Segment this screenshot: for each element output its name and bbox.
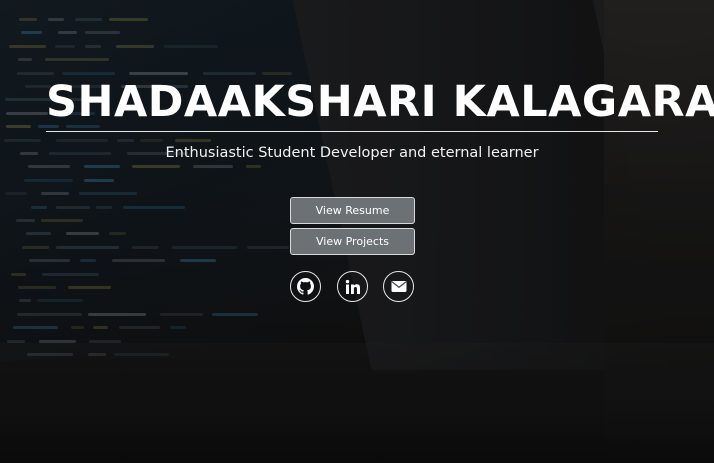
- github-icon: [297, 278, 314, 295]
- github-link[interactable]: [290, 271, 321, 302]
- hero-name-heading: SHADAAKSHARI KALAGARA: [46, 77, 714, 127]
- linkedin-icon: [345, 279, 360, 294]
- hero-section: SHADAAKSHARI KALAGARA Enthusiastic Stude…: [0, 0, 714, 463]
- hero-tagline: Enthusiastic Student Developer and etern…: [165, 145, 539, 161]
- view-resume-button[interactable]: View Resume: [290, 197, 415, 224]
- linkedin-link[interactable]: [337, 271, 368, 302]
- heading-underline-divider: [46, 131, 658, 132]
- email-icon: [391, 281, 406, 292]
- view-projects-button[interactable]: View Projects: [290, 228, 415, 255]
- email-link[interactable]: [383, 271, 414, 302]
